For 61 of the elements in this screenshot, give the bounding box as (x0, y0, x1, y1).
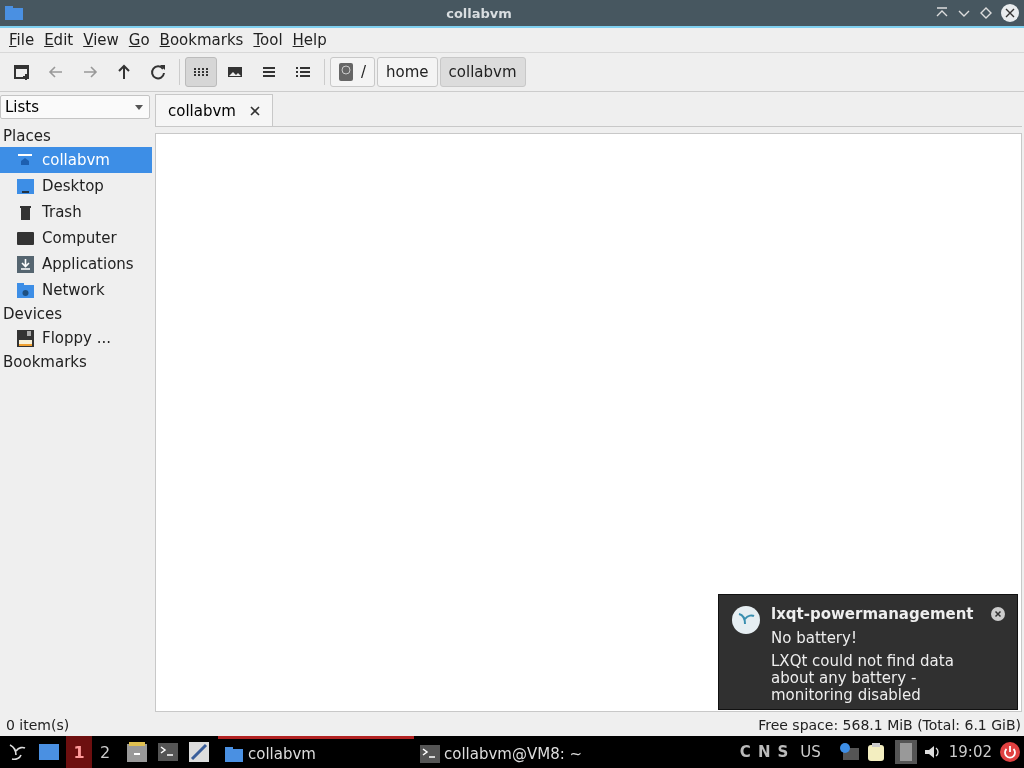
close-tab-icon (249, 105, 260, 116)
free-space: Free space: 568.1 MiB (Total: 6.1 GiB) (758, 717, 1021, 733)
path-button[interactable]: home (377, 57, 438, 87)
task-button[interactable]: collabvm (218, 736, 414, 768)
section-heading: Devices (2, 304, 64, 325)
sidebar-item[interactable]: Network (0, 277, 152, 303)
dropdown-caret-icon (135, 104, 143, 110)
folder-icon (4, 5, 24, 21)
reload-icon (149, 63, 167, 81)
clock[interactable]: 19:02 (948, 743, 992, 761)
monitor-icon (16, 229, 34, 247)
workspace-button[interactable]: 2 (92, 736, 118, 768)
menu-item[interactable]: Help (287, 31, 332, 49)
path-button[interactable]: / (330, 57, 376, 87)
notification-summary: No battery! (771, 629, 858, 647)
terminal-icon (420, 743, 440, 764)
network-folder-icon (16, 281, 34, 299)
terminal-icon (158, 742, 178, 762)
lock-indicator[interactable]: C (739, 743, 751, 761)
sidebar-item[interactable]: Floppy ... (0, 325, 152, 351)
notification-tray-icon (838, 742, 859, 762)
close-icon (1000, 3, 1020, 23)
side-pane-dropdown[interactable]: Lists (0, 95, 150, 119)
close-icon (991, 607, 1005, 621)
desktop-icon (38, 742, 60, 762)
section-heading: Bookmarks (2, 352, 88, 373)
sidebar-item[interactable]: Applications (0, 251, 152, 277)
notification-app-name: lxqt-powermanagement (771, 605, 974, 623)
task-button[interactable]: collabvm@VM8: ~ (414, 736, 610, 768)
keyboard-layout[interactable]: US (800, 743, 821, 761)
toolbar-button[interactable] (185, 57, 217, 87)
folder-icon (224, 744, 244, 763)
text-editor-icon (188, 741, 210, 763)
new-tab-icon (13, 63, 31, 81)
lock-indicator[interactable]: S (777, 743, 789, 761)
workspace-button[interactable]: 1 (66, 736, 92, 768)
drive-icon (339, 63, 353, 81)
bird-logo-icon (731, 605, 761, 635)
clipboard-icon (866, 742, 885, 762)
menu-item[interactable]: Bookmarks (154, 31, 249, 49)
notification-body: LXQt could not find data about any battery - monitoring disabled (771, 653, 955, 704)
path-button[interactable]: collabvm (439, 57, 526, 87)
lock-indicator[interactable]: N (757, 743, 771, 761)
desktop-icon (16, 177, 34, 195)
sidebar-item[interactable]: Desktop (0, 173, 152, 199)
maximize-icon (978, 5, 994, 21)
file-cabinet-icon (126, 741, 148, 763)
menu-item[interactable]: Tool (248, 31, 288, 49)
window-title: collabvm (445, 5, 513, 21)
tab[interactable]: collabvm (155, 94, 273, 126)
menu-item[interactable]: File (4, 31, 40, 49)
volume-icon (922, 743, 941, 761)
menu-item[interactable]: View (78, 31, 124, 49)
section-heading: Places (2, 126, 52, 147)
power-icon (1000, 742, 1020, 762)
sidebar-item[interactable]: Computer (0, 225, 152, 251)
download-icon (16, 255, 34, 273)
sidebar-item[interactable]: Trash (0, 199, 152, 225)
menu-item[interactable]: Go (123, 31, 155, 49)
item-count: 0 item(s) (6, 717, 70, 733)
menu-item[interactable]: Edit (39, 31, 79, 49)
